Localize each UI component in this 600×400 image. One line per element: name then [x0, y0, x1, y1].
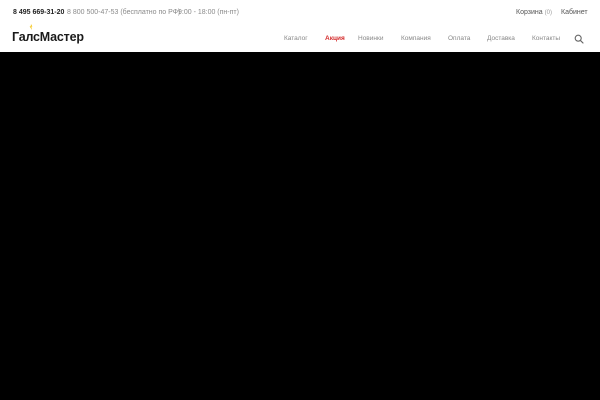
site-header: 8 495 669-31-20 8 800 500-47-53 (бесплат… [0, 0, 600, 52]
nav-item-contacts[interactable]: Контакты [532, 35, 560, 43]
cart-count: (0) [544, 10, 552, 16]
phone-main[interactable]: 8 495 669-31-20 [13, 9, 64, 17]
working-hours: 9:00 - 18:00 (пн-пт) [178, 9, 239, 16]
hero-banner [0, 52, 600, 400]
cart-label: Корзина [516, 9, 543, 16]
nav-item-catalog[interactable]: Каталог [284, 35, 308, 43]
cart-link[interactable]: Корзина (0) [516, 9, 552, 17]
search-icon[interactable] [574, 34, 584, 44]
phone-free[interactable]: 8 800 500-47-53 (бесплатно по РФ) [67, 9, 180, 17]
nav-item-company[interactable]: Компания [401, 35, 431, 43]
main-nav: Каталог Акция Новинки Компания Оплата До… [0, 35, 600, 45]
top-bar: 8 495 669-31-20 8 800 500-47-53 (бесплат… [0, 0, 600, 24]
nav-item-payment[interactable]: Оплата [448, 35, 470, 43]
nav-item-sale[interactable]: Акция [325, 35, 345, 43]
cabinet-link[interactable]: Кабинет [561, 9, 588, 17]
nav-item-new[interactable]: Новинки [358, 35, 383, 43]
nav-item-delivery[interactable]: Доставка [487, 35, 515, 43]
page: 8 495 669-31-20 8 800 500-47-53 (бесплат… [0, 0, 600, 400]
